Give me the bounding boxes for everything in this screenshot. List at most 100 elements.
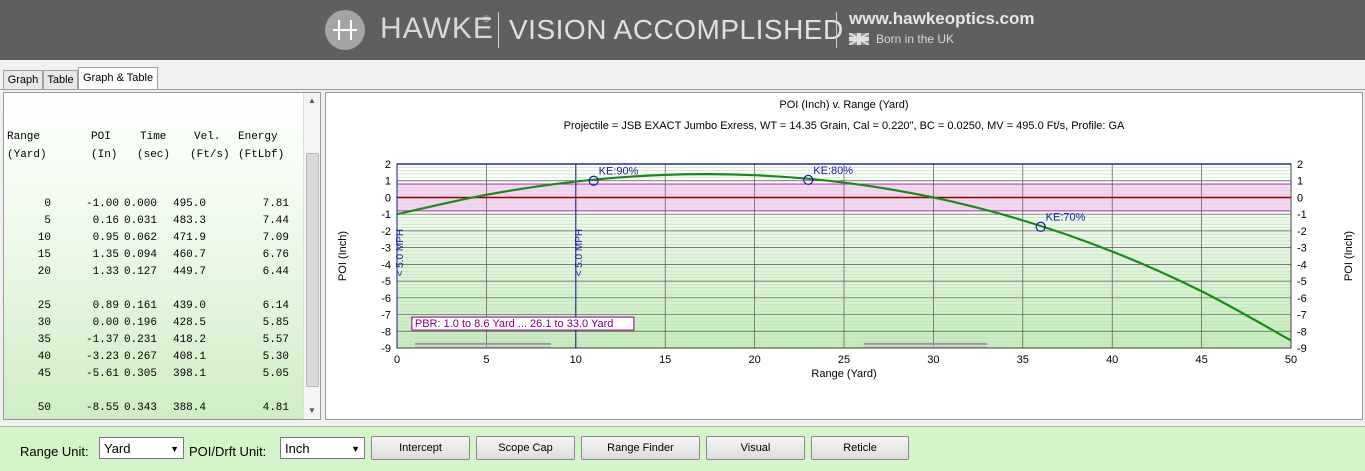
header-velocity: Vel. [194,131,221,143]
x-tick-label: 40 [1106,354,1118,366]
cell-poi: -8.55 [85,402,119,414]
table-row: 10 0.95 0.062 471.9 7.09 [4,230,304,247]
scope-cap-button[interactable]: Scope Cap [476,436,575,460]
table-scrollbar[interactable]: ▲ ▼ [303,93,320,419]
poi-unit-select[interactable]: Inch ▼ [280,437,365,459]
cell-time: 0.000 [123,198,157,210]
header-poi: POI [91,131,111,143]
header-banner: HAWKE ® VISION ACCOMPLISHED www.hawkeopt… [0,0,1365,60]
range-unit-value: Yard [104,441,131,456]
range-unit-label: Range Unit: [20,444,89,459]
y-tick-label-right: -3 [1297,243,1307,255]
x-tick-label: 35 [1017,354,1029,366]
y-tick-label-left: -1 [381,209,391,221]
cell-energy: 4.81 [262,402,289,414]
y-tick-label-left: -5 [381,276,391,288]
cell-poi: -3.23 [85,351,119,363]
cell-energy: 7.09 [262,232,289,244]
cell-velocity: 428.5 [172,317,206,329]
cell-range: 30 [37,317,51,329]
cell-energy: 5.85 [262,317,289,329]
x-tick-label: 45 [1195,354,1207,366]
x-tick-label: 50 [1285,354,1297,366]
y-tick-label-right: -4 [1297,259,1307,271]
cell-time: 0.161 [123,300,157,312]
x-tick-label: 10 [570,354,582,366]
header-poi-unit: (In) [91,149,118,161]
table-row: 15 1.35 0.094 460.7 6.76 [4,247,304,264]
intercept-button[interactable]: Intercept [371,436,470,460]
scroll-up-icon[interactable]: ▲ [304,93,320,109]
y-tick-label-left: 0 [385,192,391,204]
x-tick-label: 15 [659,354,671,366]
cell-velocity: 408.1 [172,351,206,363]
scroll-thumb[interactable] [306,153,319,387]
cell-velocity: 388.4 [172,402,206,414]
tab-graph-and-table[interactable]: Graph & Table [78,67,158,90]
y-tick-label-right: -9 [1297,343,1307,355]
y-tick-label-left: -7 [381,310,391,322]
cell-time: 0.305 [123,368,157,380]
cell-time: 0.094 [123,249,157,261]
cell-poi: 1.33 [92,266,119,278]
y-axis-label-right: POI (Inch) [1343,231,1355,281]
y-tick-label-left: -6 [381,293,391,305]
header-time-unit: (sec) [137,149,171,161]
range-finder-button[interactable]: Range Finder [581,436,700,460]
cell-range: 15 [37,249,51,261]
y-tick-label-right: -1 [1297,209,1307,221]
reticle-button[interactable]: Reticle [811,436,909,460]
cell-time: 0.231 [123,334,157,346]
poi-unit-label: POI/Drft Unit: [189,444,267,459]
scroll-down-icon[interactable]: ▼ [304,403,320,419]
cell-time: 0.196 [123,317,157,329]
table-row: 0 -1.00 0.000 495.0 7.81 [4,196,304,213]
cell-time: 0.343 [123,402,157,414]
uk-flag-icon [848,32,870,46]
cell-range: 10 [37,232,51,244]
table-row: 30 0.00 0.196 428.5 5.85 [4,315,304,332]
cell-range: 5 [44,215,51,227]
x-tick-label: 20 [748,354,760,366]
cell-range: 50 [37,402,51,414]
y-tick-label-left: -8 [381,326,391,338]
ballistic-table: Range (Yard) POI (In) Time (sec) Vel. (F… [4,93,304,419]
cell-poi: 0.89 [92,300,119,312]
cell-velocity: 471.9 [172,232,206,244]
range-unit-select[interactable]: Yard ▼ [99,437,184,459]
chevron-down-icon: ▼ [351,444,360,454]
cell-range: 20 [37,266,51,278]
cell-velocity: 449.7 [172,266,206,278]
tab-table[interactable]: Table [43,70,78,89]
table-row: 5 0.16 0.031 483.3 7.44 [4,213,304,230]
y-tick-label-left: 2 [385,159,391,171]
cell-velocity: 483.3 [172,215,206,227]
cell-velocity: 439.0 [172,300,206,312]
y-tick-label-left: -3 [381,243,391,255]
cell-energy: 5.05 [262,368,289,380]
tab-underline [0,89,1365,90]
visual-button[interactable]: Visual [706,436,805,460]
table-row: 45 -5.61 0.305 398.1 5.05 [4,366,304,383]
table-row: 40 -3.23 0.267 408.1 5.30 [4,349,304,366]
header-energy-unit: (FtLbf) [238,149,285,161]
y-tick-label-right: -6 [1297,293,1307,305]
table-row: 50 -8.55 0.343 388.4 4.81 [4,400,304,417]
header-time: Time [140,131,167,143]
header-energy: Energy [238,131,278,143]
y-tick-label-left: -4 [381,259,391,271]
cell-energy: 5.57 [262,334,289,346]
chart-subtitle: Projectile = JSB EXACT Jumbo Exress, WT … [564,120,1125,132]
brand-name: HAWKE [380,12,494,45]
x-tick-label: 5 [483,354,489,366]
website-url[interactable]: www.hawkeoptics.com [849,9,1034,29]
cell-range: 40 [37,351,51,363]
cell-energy: 6.14 [262,300,289,312]
y-tick-label-left: -9 [381,343,391,355]
x-tick-label: 0 [394,354,400,366]
tab-graph[interactable]: Graph [3,70,43,89]
tagline: VISION ACCOMPLISHED [509,14,844,45]
banner-divider [836,12,837,48]
cell-velocity: 495.0 [172,198,206,210]
trajectory-graph-panel: POI (Inch) v. Range (Yard) Projectile = … [325,92,1363,420]
